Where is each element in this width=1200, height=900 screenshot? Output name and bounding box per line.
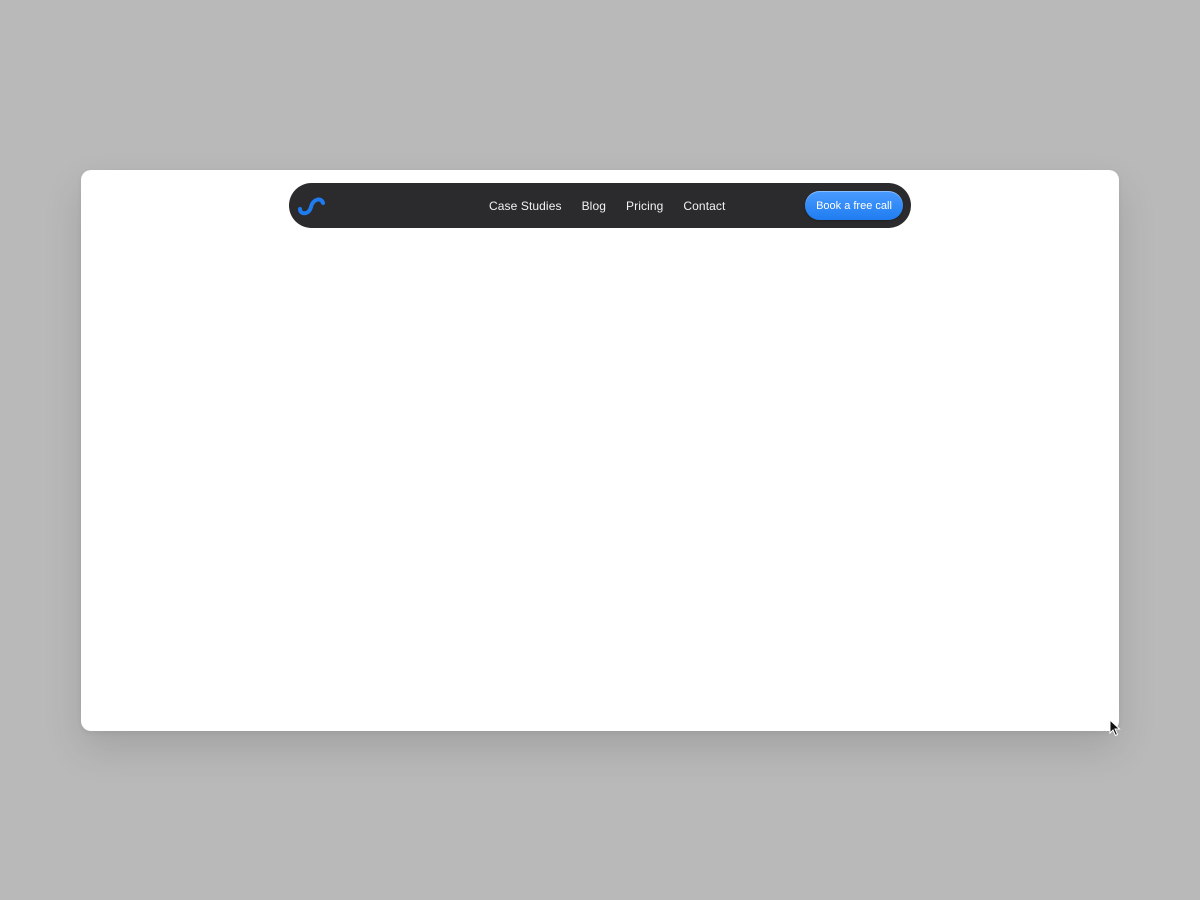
nav-links: Case Studies Blog Pricing Contact — [489, 183, 725, 228]
website-preview-card: Case Studies Blog Pricing Contact Book a… — [81, 170, 1119, 731]
hero-area — [81, 228, 1119, 731]
nav-link-blog[interactable]: Blog — [582, 199, 606, 213]
nav-link-case-studies[interactable]: Case Studies — [489, 199, 562, 213]
book-free-call-button[interactable]: Book a free call — [805, 191, 903, 220]
mouse-pointer-icon — [1109, 719, 1121, 737]
nav-link-contact[interactable]: Contact — [683, 199, 725, 213]
stage: Case Studies Blog Pricing Contact Book a… — [0, 0, 1200, 900]
top-navbar: Case Studies Blog Pricing Contact Book a… — [289, 183, 911, 228]
wave-s-logo-icon[interactable] — [297, 193, 327, 217]
nav-link-pricing[interactable]: Pricing — [626, 199, 663, 213]
